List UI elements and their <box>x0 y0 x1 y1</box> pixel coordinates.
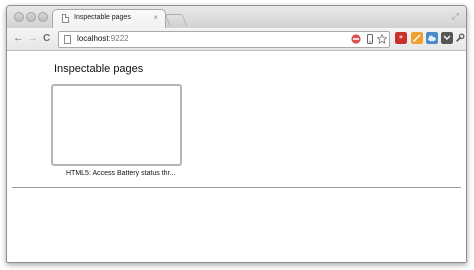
url-text: localhost:9222 <box>77 34 129 43</box>
svg-text:*: * <box>399 34 403 43</box>
star-icon[interactable] <box>377 34 387 44</box>
page-icon <box>62 14 69 23</box>
title-bar: Inspectable pages × ⤢ <box>7 6 466 29</box>
page-thumbnail[interactable] <box>51 84 182 166</box>
page-content: Inspectable pages HTML5: Access Battery … <box>7 51 466 262</box>
back-button[interactable]: ← <box>13 32 24 45</box>
tab-title: Inspectable pages <box>74 14 131 21</box>
cloud-icon[interactable] <box>426 32 438 44</box>
feed-icon[interactable] <box>411 32 423 44</box>
divider <box>12 187 461 188</box>
pocket-icon[interactable] <box>441 32 453 44</box>
page-thumbnail-label[interactable]: HTML5: Access Battery status thr... <box>66 170 175 177</box>
tab-close-icon[interactable]: × <box>153 13 158 23</box>
new-tab-button[interactable] <box>164 14 188 26</box>
minimize-window-button[interactable] <box>26 12 36 22</box>
mobile-icon[interactable] <box>365 34 375 44</box>
url-port: :9222 <box>108 34 129 43</box>
toolbar: ← → C localhost:9222 * <box>7 28 466 51</box>
page-title: Inspectable pages <box>54 63 144 75</box>
forward-button[interactable]: → <box>27 32 38 45</box>
stop-icon[interactable] <box>351 34 361 44</box>
reload-button[interactable]: C <box>43 32 50 45</box>
close-window-button[interactable] <box>14 12 24 22</box>
address-bar[interactable]: localhost:9222 <box>58 31 390 48</box>
browser-window: Inspectable pages × ⤢ ← → C localhost:92… <box>6 5 467 263</box>
url-host: localhost <box>77 34 109 43</box>
lastpass-icon[interactable]: * <box>395 32 407 44</box>
wrench-icon[interactable] <box>455 32 465 44</box>
page-icon <box>64 35 71 44</box>
zoom-window-button[interactable] <box>38 12 48 22</box>
fullscreen-icon[interactable]: ⤢ <box>452 11 459 22</box>
tab-inspectable-pages[interactable]: Inspectable pages × <box>52 9 166 29</box>
